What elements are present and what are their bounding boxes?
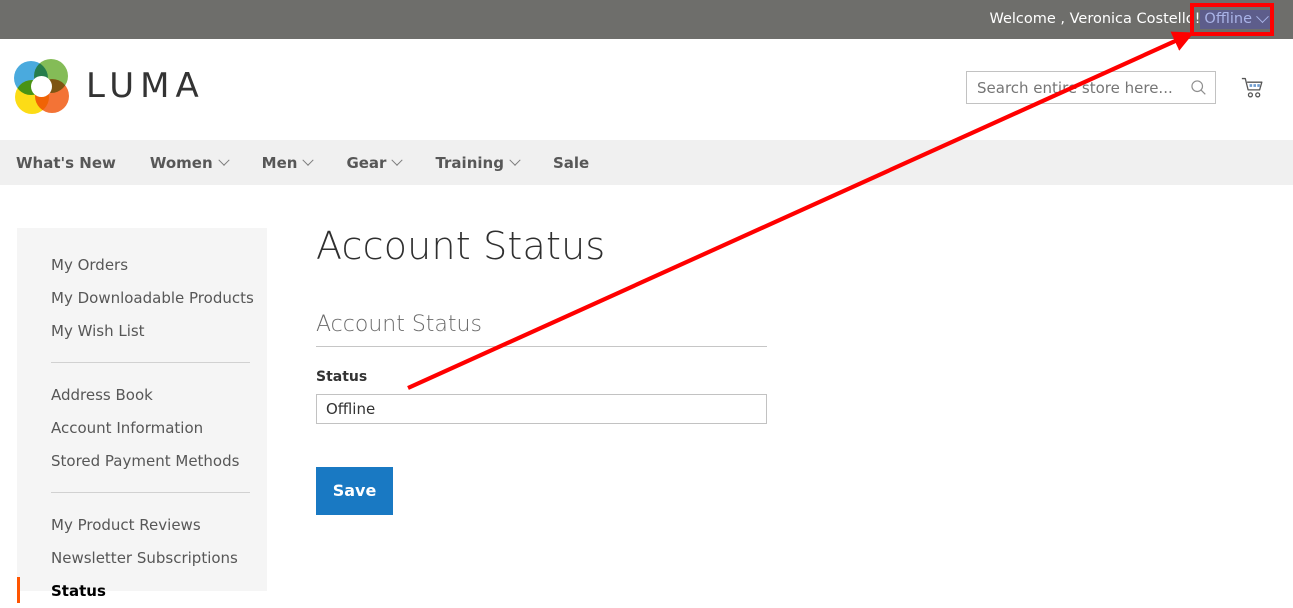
nav-item-whats-new[interactable]: What's New [16, 154, 116, 172]
sidebar-item-label: My Orders [51, 255, 129, 274]
sidebar-item-label: My Downloadable Products [51, 288, 254, 307]
search-input[interactable] [967, 78, 1181, 97]
sidebar-item-label: Address Book [51, 385, 153, 404]
main-content: Account Status Account Status Status Sav… [316, 224, 771, 515]
sidebar-item-account-information[interactable]: Account Information [17, 411, 267, 444]
sidebar-item-address-book[interactable]: Address Book [17, 378, 267, 411]
cart-button[interactable] [1235, 71, 1271, 105]
sidebar-divider [51, 492, 250, 493]
chevron-down-icon [391, 154, 404, 166]
sidebar-divider [51, 362, 250, 363]
sidebar-item-label: Account Information [51, 418, 204, 437]
nav-item-label: Men [261, 153, 298, 172]
sidebar-item-my-wish-list[interactable]: My Wish List [17, 314, 267, 347]
logo-link[interactable]: LUMA [14, 59, 205, 114]
sidebar-item-label: Newsletter Subscriptions [51, 548, 238, 567]
search-button[interactable] [1181, 72, 1215, 103]
sidebar-item-stored-payment-methods[interactable]: Stored Payment Methods [17, 444, 267, 477]
save-button[interactable]: Save [316, 466, 393, 515]
chevron-down-icon [1256, 9, 1269, 23]
chevron-down-icon [217, 154, 230, 166]
nav-item-label: Sale [552, 153, 590, 172]
main-navigation: What's New Women Men Gear Training Sale [0, 140, 1293, 185]
nav-item-training[interactable]: Training [435, 153, 521, 172]
sidebar-item-label: My Wish List [51, 321, 145, 340]
sidebar-item-my-downloadable-products[interactable]: My Downloadable Products [17, 281, 267, 314]
sidebar-item-label: My Product Reviews [51, 515, 201, 534]
section-legend: Account Status [316, 312, 767, 347]
top-bar: Welcome , Veronica Costello! Offline [0, 0, 1293, 39]
sidebar-item-label: Stored Payment Methods [51, 451, 240, 470]
site-header: LUMA [0, 39, 1293, 140]
status-field-label: Status [316, 368, 368, 385]
nav-item-label: Training [435, 153, 504, 172]
nav-item-men[interactable]: Men [261, 153, 315, 172]
nav-item-women[interactable]: Women [149, 153, 230, 172]
chevron-down-icon [509, 154, 521, 166]
nav-item-label: Gear [346, 153, 387, 172]
chevron-down-icon [302, 154, 315, 166]
nav-item-sale[interactable]: Sale [553, 154, 589, 172]
status-switcher[interactable]: Offline [1200, 9, 1273, 30]
nav-item-label: What's New [16, 153, 116, 172]
page-title: Account Status [316, 224, 606, 268]
sidebar-item-my-product-reviews[interactable]: My Product Reviews [17, 508, 267, 541]
nav-item-label: Women [149, 153, 213, 172]
status-switcher-label: Offline [1204, 10, 1252, 27]
sidebar-item-status[interactable]: Status [17, 574, 267, 607]
welcome-message: Welcome , Veronica Costello! [989, 11, 1201, 28]
shopping-cart-icon [1241, 77, 1263, 98]
luma-flower-logo-icon [14, 59, 69, 114]
sidebar-item-label: Status [51, 581, 106, 600]
nav-item-gear[interactable]: Gear [346, 153, 404, 172]
logo-text: LUMA [86, 66, 205, 106]
sidebar-item-newsletter-subscriptions[interactable]: Newsletter Subscriptions [17, 541, 267, 574]
account-sidebar: My Orders My Downloadable Products My Wi… [17, 228, 267, 603]
status-input[interactable] [316, 393, 767, 424]
search-icon [1190, 80, 1206, 95]
sidebar-item-my-orders[interactable]: My Orders [17, 248, 267, 281]
search-box[interactable] [966, 71, 1216, 104]
